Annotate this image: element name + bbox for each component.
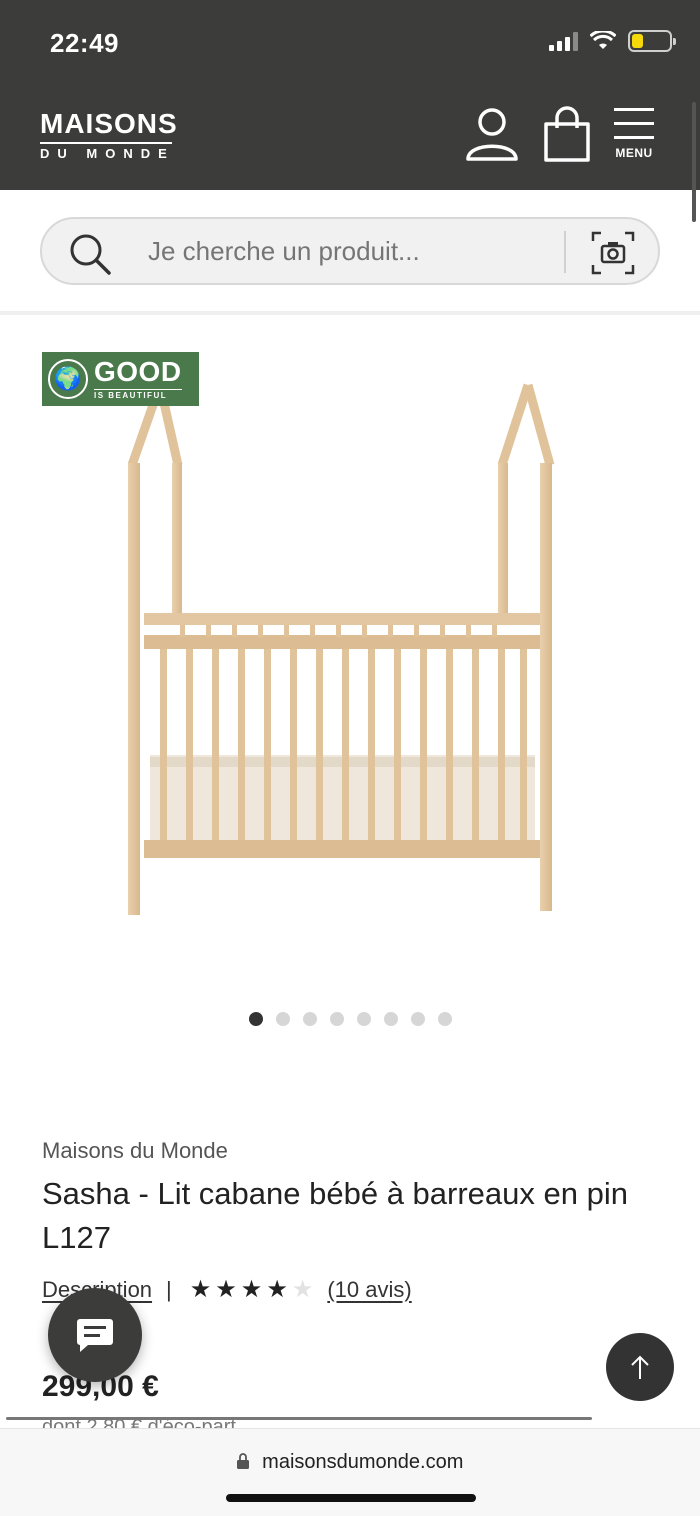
section-divider [0, 311, 700, 315]
status-time: 22:49 [50, 28, 119, 58]
star-icon: ★ [240, 1276, 263, 1303]
signal-icon [549, 31, 578, 51]
search-divider [564, 231, 566, 273]
product-brand[interactable]: Maisons du Monde [42, 1138, 228, 1164]
star-icon: ★ [266, 1276, 288, 1303]
star-icon: ★ [215, 1276, 237, 1303]
search-bar [40, 217, 660, 285]
wifi-icon [590, 31, 616, 49]
star-empty-icon: ★ [291, 1276, 314, 1303]
carousel-dot[interactable] [357, 1012, 371, 1026]
cart-button[interactable] [542, 106, 592, 164]
reviews-link[interactable]: (10 avis) [327, 1277, 411, 1303]
menu-label: MENU [615, 146, 653, 160]
header-actions: MENU [464, 106, 654, 164]
menu-button[interactable]: MENU [614, 106, 654, 160]
lock-icon [236, 1452, 249, 1469]
carousel-dot[interactable] [384, 1012, 398, 1026]
site-header: 22:49 MAISONS DU MONDE MENU [0, 0, 700, 190]
status-icons [549, 30, 676, 52]
search-input[interactable] [148, 233, 548, 269]
rating-stars: ★ ★ ★ ★ ★ [190, 1275, 314, 1304]
carousel-dot[interactable] [438, 1012, 452, 1026]
hamburger-icon [614, 108, 654, 139]
product-title: Sasha - Lit cabane bébé à barreaux en pi… [42, 1176, 628, 1255]
globe-icon: 🌍 [48, 359, 88, 399]
badge-subtitle: IS BEAUTIFUL [94, 389, 182, 400]
logo-sub-text: DU MONDE [40, 146, 175, 161]
browser-address-bar[interactable]: maisonsdumonde.com [0, 1428, 700, 1516]
logo-main-text: MAISONS [40, 108, 178, 139]
badge-title: GOOD [94, 356, 182, 387]
carousel-dot[interactable] [303, 1012, 317, 1026]
carousel-dot[interactable] [276, 1012, 290, 1026]
scroll-indicator [6, 1417, 592, 1420]
brand-logo[interactable]: MAISONS DU MONDE [40, 110, 178, 161]
star-icon: ★ [189, 1276, 212, 1303]
shopping-bag-icon [544, 106, 590, 162]
arrow-up-icon [631, 1355, 649, 1379]
meta-separator: | [166, 1276, 172, 1302]
chat-icon [77, 1319, 113, 1352]
carousel-dot[interactable] [411, 1012, 425, 1026]
user-icon [466, 108, 518, 161]
page-scrollbar[interactable] [692, 102, 696, 222]
search-icon[interactable] [68, 232, 112, 276]
url-text[interactable]: maisonsdumonde.com [262, 1451, 463, 1473]
home-indicator[interactable] [226, 1494, 476, 1502]
chat-button[interactable] [48, 1288, 142, 1382]
battery-icon [628, 30, 676, 52]
product-image[interactable] [110, 365, 580, 925]
carousel-dots [249, 1012, 452, 1026]
good-is-beautiful-badge: 🌍 GOOD IS BEAUTIFUL [42, 352, 199, 406]
carousel-dot[interactable] [249, 1012, 263, 1026]
account-button[interactable] [464, 106, 520, 162]
camera-search-icon[interactable] [591, 231, 635, 275]
carousel-dot[interactable] [330, 1012, 344, 1026]
back-to-top-button[interactable] [606, 1333, 674, 1401]
